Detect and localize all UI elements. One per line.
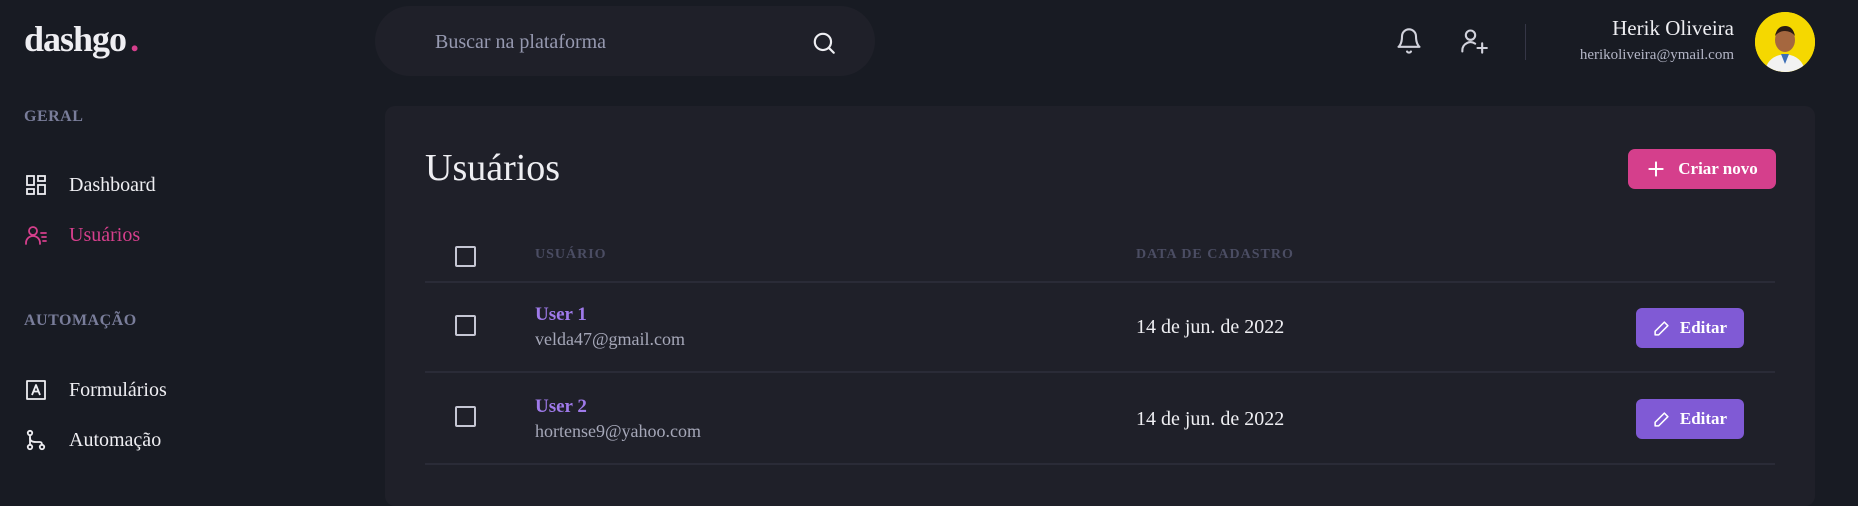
sidebar-item-label: Formulários: [69, 378, 167, 401]
user-email: herikoliveira@ymail.com: [1579, 47, 1734, 63]
user-email: velda47@gmail.com: [535, 329, 686, 349]
users-icon: [25, 226, 47, 245]
sidebar-item-label: Usuários: [69, 223, 141, 246]
search-input[interactable]: [433, 28, 797, 56]
logo-dot: .: [130, 19, 139, 59]
create-new-label: Criar novo: [1678, 159, 1758, 178]
user-add-icon[interactable]: [1460, 27, 1488, 55]
avatar[interactable]: [1755, 12, 1815, 72]
dashboard-icon: [26, 175, 46, 195]
user-name-link[interactable]: User 2: [535, 396, 587, 418]
sidebar-item-formularios[interactable]: Formulários: [24, 375, 167, 405]
section-title-automacao: AUTOMAÇÃO: [24, 312, 137, 329]
git-branch-icon: [26, 429, 46, 451]
row-checkbox[interactable]: [455, 315, 476, 336]
users-panel: Usuários Criar novo USUÁRIO DATA DE CADA…: [385, 106, 1815, 506]
row-divider: [425, 463, 1775, 465]
page-title: Usuários: [425, 147, 561, 189]
pencil-icon: [1654, 320, 1669, 336]
user-registration-date: 14 de jun. de 2022: [1136, 408, 1285, 430]
edit-button-label: Editar: [1679, 318, 1728, 337]
row-divider: [425, 281, 1775, 283]
edit-button[interactable]: Editar: [1636, 399, 1744, 439]
sidebar-item-label: Dashboard: [69, 173, 156, 196]
edit-button-label: Editar: [1679, 409, 1728, 428]
header-divider: [1525, 24, 1526, 60]
create-new-button[interactable]: Criar novo: [1628, 149, 1776, 189]
plus-icon: [1648, 161, 1664, 177]
sidebar-item-label: Automação: [69, 428, 162, 451]
bell-icon[interactable]: [1395, 27, 1423, 55]
row-checkbox[interactable]: [455, 406, 476, 427]
pencil-icon: [1654, 411, 1669, 427]
user-name-link[interactable]: User 1: [535, 304, 587, 326]
column-header-usuario: USUÁRIO: [535, 247, 607, 262]
logo[interactable]: dashgo.: [24, 18, 139, 60]
logo-text: dashgo: [24, 19, 127, 59]
search-icon[interactable]: [811, 30, 837, 56]
sidebar-item-usuarios[interactable]: Usuários: [24, 220, 140, 250]
user-email: hortense9@yahoo.com: [535, 421, 702, 441]
user-name: Herik Oliveira: [1612, 16, 1734, 40]
edit-button[interactable]: Editar: [1636, 308, 1744, 348]
avatar-photo: [1755, 12, 1815, 72]
column-header-data-cadastro: DATA DE CADASTRO: [1136, 247, 1294, 262]
select-all-checkbox[interactable]: [455, 246, 476, 267]
form-icon: [26, 380, 46, 400]
user-registration-date: 14 de jun. de 2022: [1136, 316, 1285, 338]
section-title-geral: GERAL: [24, 108, 84, 125]
row-divider: [425, 371, 1775, 373]
search-bar: [375, 6, 875, 76]
sidebar-item-dashboard[interactable]: Dashboard: [24, 170, 156, 200]
sidebar-item-automacao[interactable]: Automação: [24, 425, 161, 455]
